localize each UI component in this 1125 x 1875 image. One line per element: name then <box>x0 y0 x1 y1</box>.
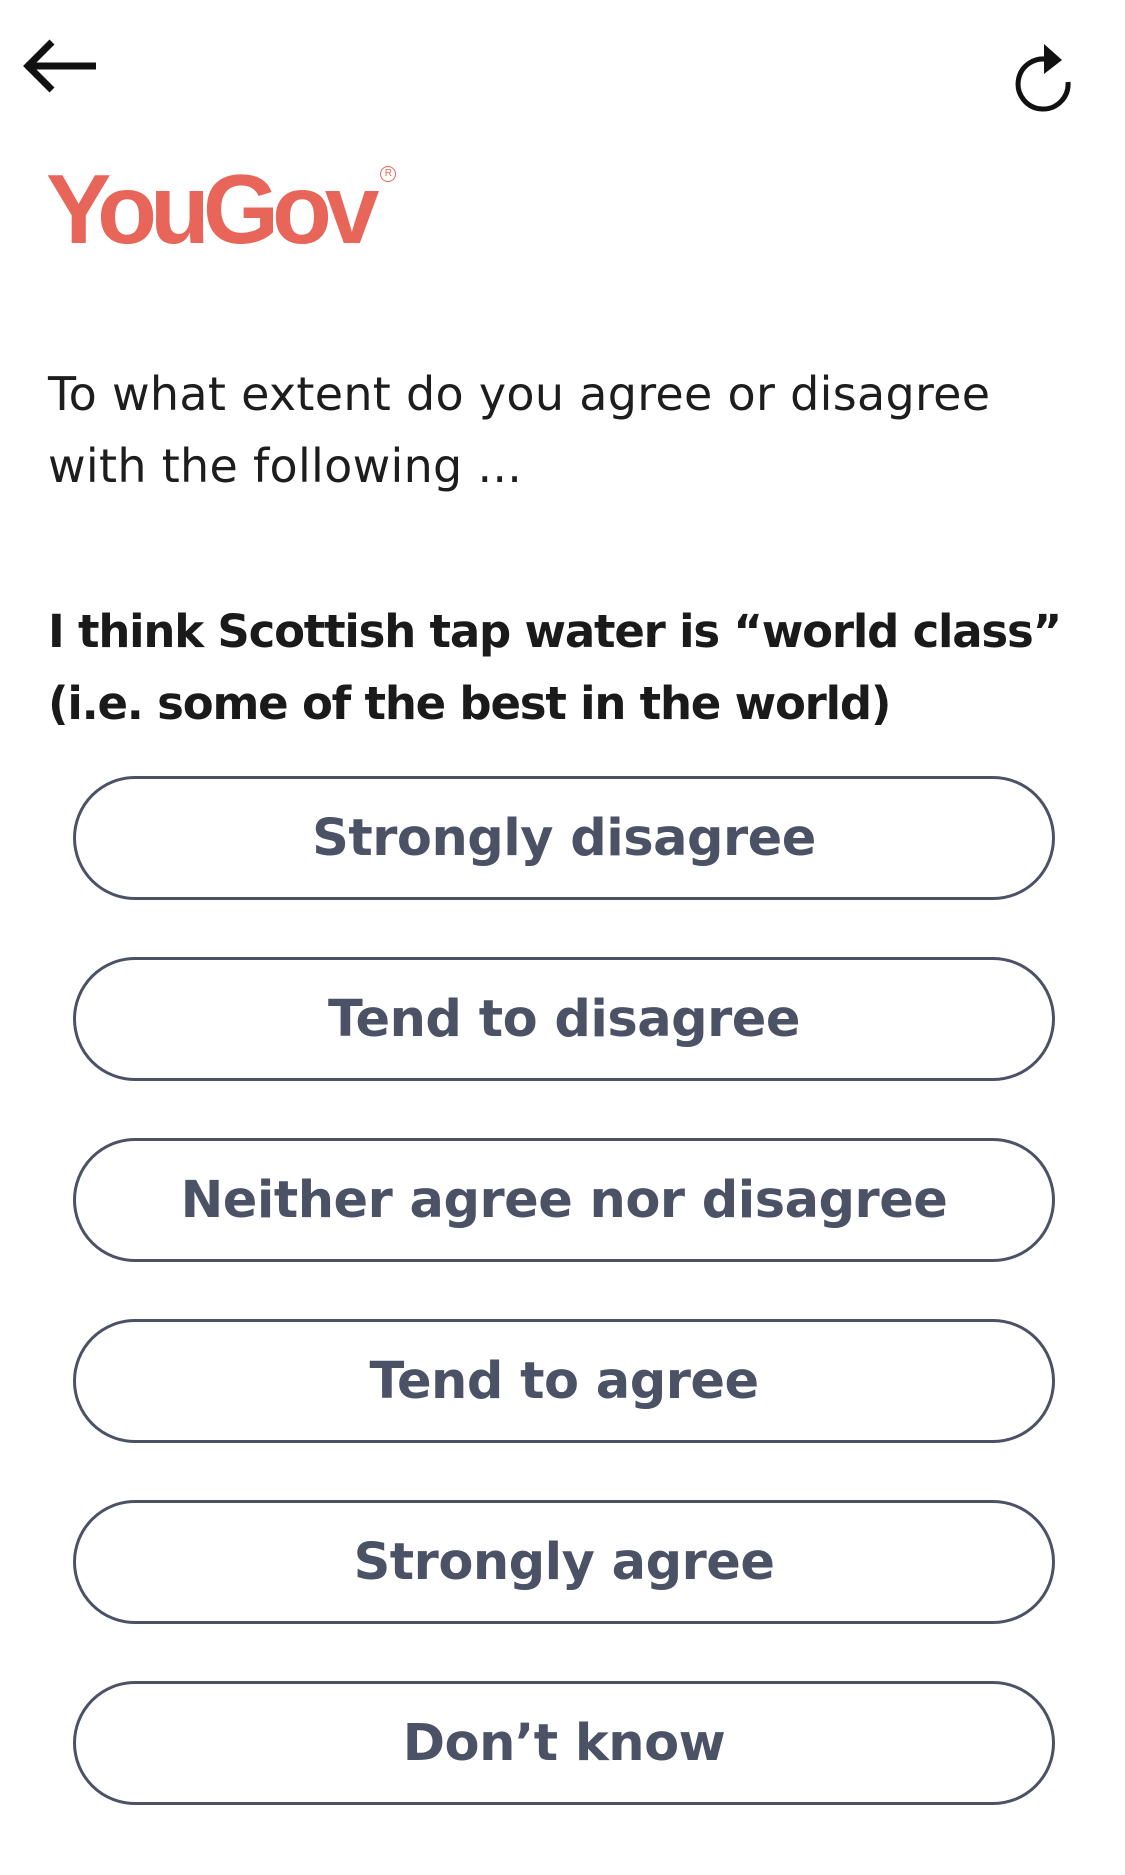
option-strongly-agree-button[interactable]: Strongly agree <box>73 1500 1055 1624</box>
question-prompt: To what extent do you agree or disagree … <box>48 367 991 493</box>
arrow-left-icon <box>23 39 96 93</box>
option-neither-button[interactable]: Neither agree nor disagree <box>73 1138 1055 1262</box>
option-tend-to-disagree-button[interactable]: Tend to disagree <box>73 957 1055 1081</box>
option-tend-to-agree-button[interactable]: Tend to agree <box>73 1319 1055 1443</box>
back-button[interactable] <box>20 36 100 96</box>
refresh-icon <box>1015 44 1071 112</box>
option-strongly-disagree-button[interactable]: Strongly disagree <box>73 776 1055 900</box>
registered-mark-icon: R <box>380 166 397 182</box>
logo-text: YouGov <box>46 154 379 264</box>
refresh-button[interactable] <box>1006 38 1078 118</box>
question-statement: I think Scottish tap water is “world cla… <box>48 605 1062 730</box>
answer-options: Strongly disagree Tend to disagree Neith… <box>73 776 1055 1862</box>
yougov-logo: YouGov R <box>46 154 397 264</box>
option-dont-know-button[interactable]: Don’t know <box>73 1681 1055 1805</box>
